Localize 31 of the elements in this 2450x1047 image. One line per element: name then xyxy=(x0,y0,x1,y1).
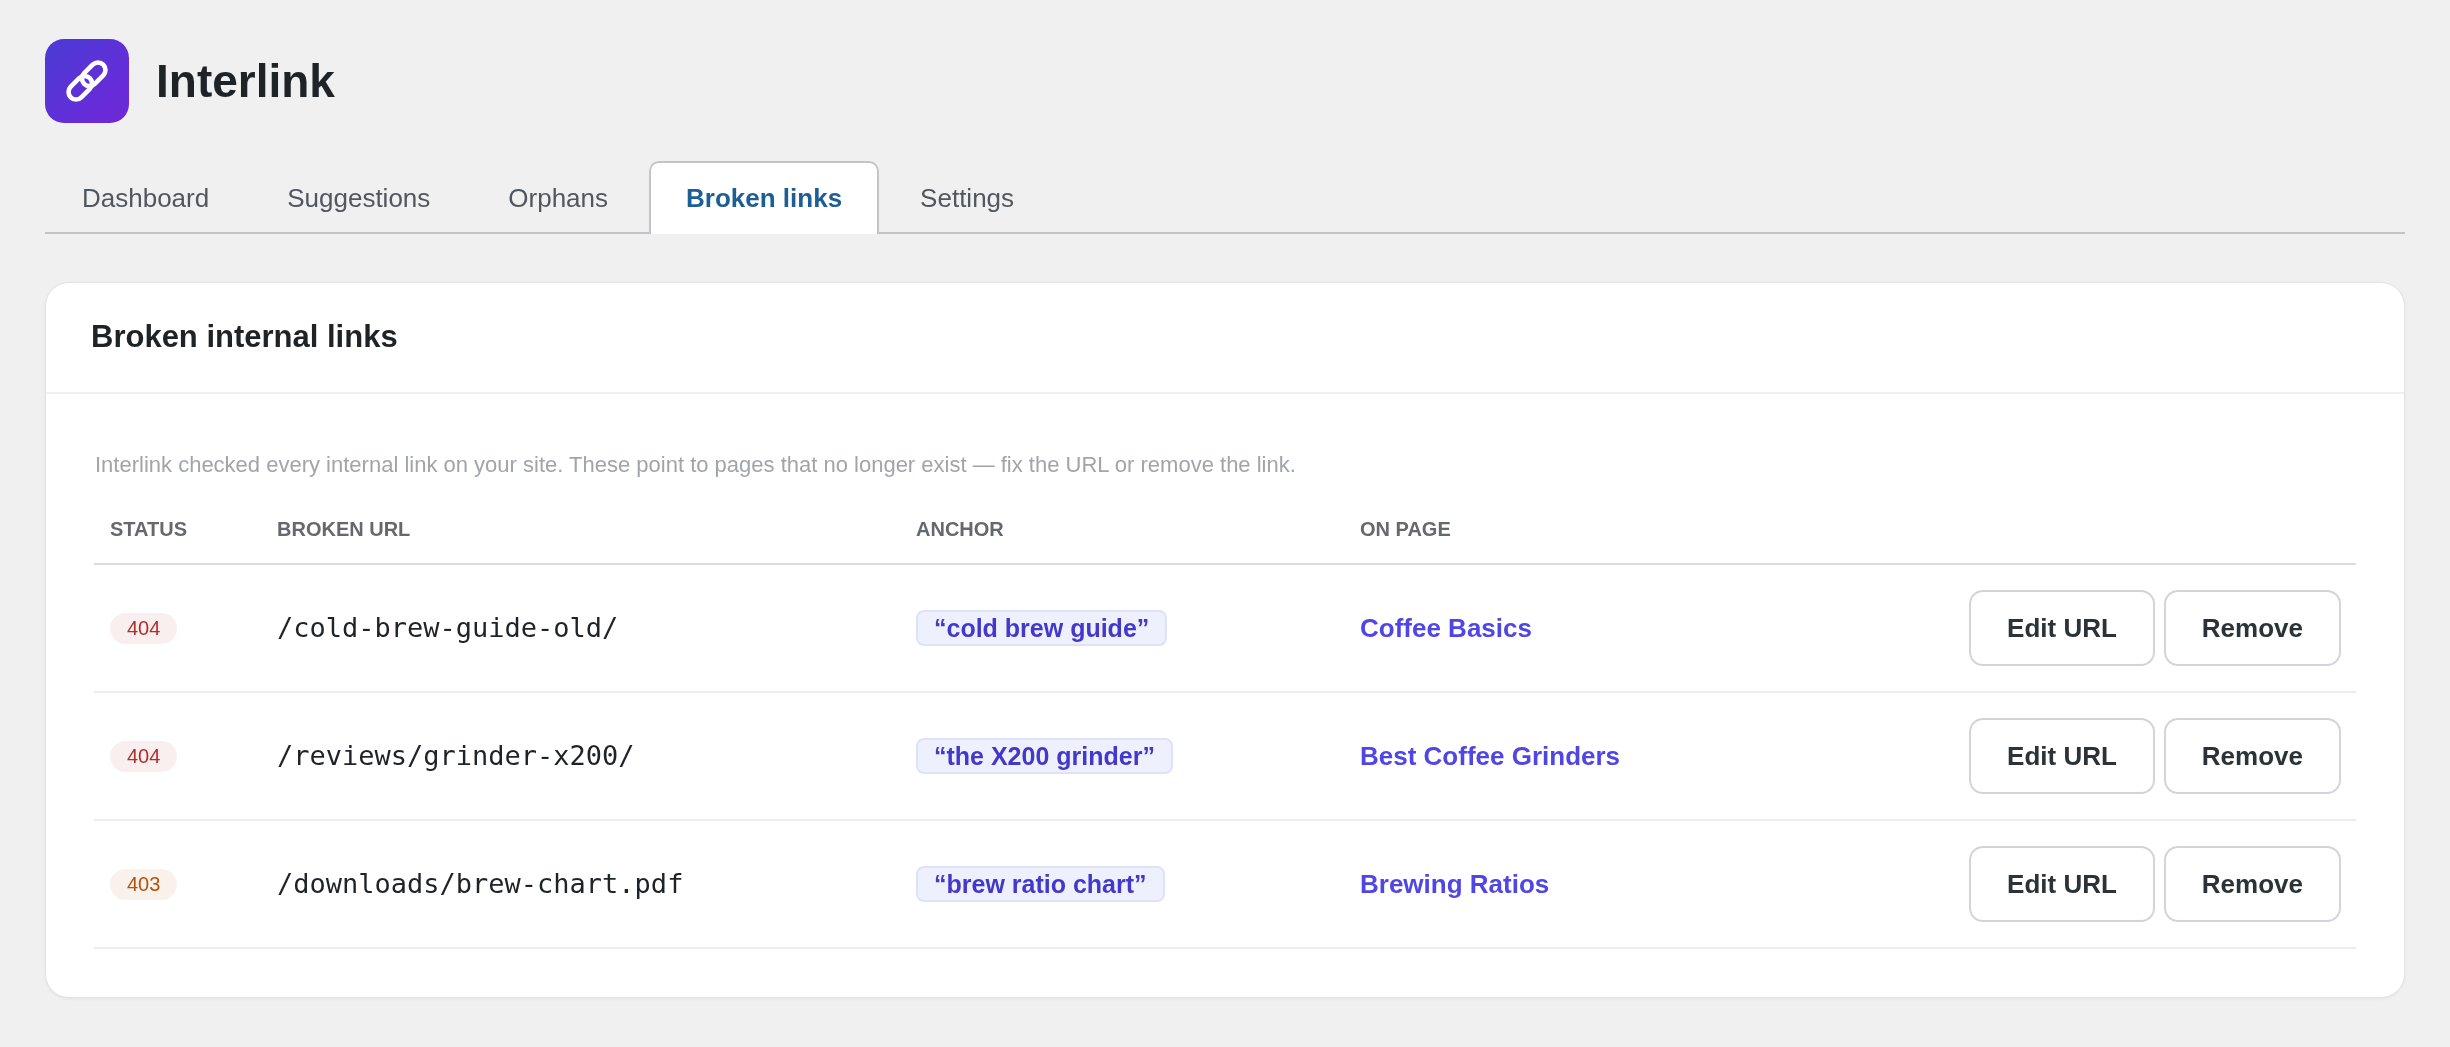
edit-url-button[interactable]: Edit URL xyxy=(1969,718,2155,794)
tab[interactable]: Suggestions xyxy=(250,161,468,234)
anchor-tag: “the X200 grinder” xyxy=(916,738,1173,774)
edit-url-button[interactable]: Edit URL xyxy=(1969,846,2155,922)
status-badge: 404 xyxy=(110,612,178,644)
tab[interactable]: Dashboard xyxy=(45,161,247,234)
column-header: ANCHOR xyxy=(916,518,1004,540)
page-link[interactable]: Coffee Basics xyxy=(1360,612,1532,643)
column-header: BROKEN URL xyxy=(277,518,411,540)
tab[interactable]: Settings xyxy=(883,161,1052,234)
tab[interactable]: Orphans xyxy=(471,161,646,234)
broken-url: /cold-brew-guide-old/ xyxy=(277,611,619,643)
app-title: Interlink xyxy=(156,54,335,109)
tab[interactable]: Broken links xyxy=(649,161,880,234)
card-title: Broken internal links xyxy=(91,318,398,357)
column-header: STATUS xyxy=(110,518,188,540)
broken-url: /reviews/grinder-x200/ xyxy=(277,739,635,771)
anchor-tag: “brew ratio chart” xyxy=(916,866,1165,902)
status-badge: 403 xyxy=(110,868,178,900)
edit-url-button[interactable]: Edit URL xyxy=(1969,590,2155,666)
description-text: Interlink checked every internal link on your site. These point to pages that no longer exist — fix the URL or remove the link. xyxy=(94,451,1297,479)
anchor-tag: “cold brew guide” xyxy=(916,610,1168,646)
remove-button[interactable]: Remove xyxy=(2163,590,2341,666)
column-header: ON PAGE xyxy=(1360,518,1451,540)
page-link[interactable]: Best Coffee Grinders xyxy=(1360,740,1621,771)
broken-url: /downloads/brew-chart.pdf xyxy=(277,867,684,899)
chain-link-logo-icon xyxy=(45,39,129,123)
remove-button[interactable]: Remove xyxy=(2163,718,2341,794)
remove-button[interactable]: Remove xyxy=(2163,846,2341,922)
status-badge: 404 xyxy=(110,740,178,772)
page-link[interactable]: Brewing Ratios xyxy=(1360,868,1550,899)
